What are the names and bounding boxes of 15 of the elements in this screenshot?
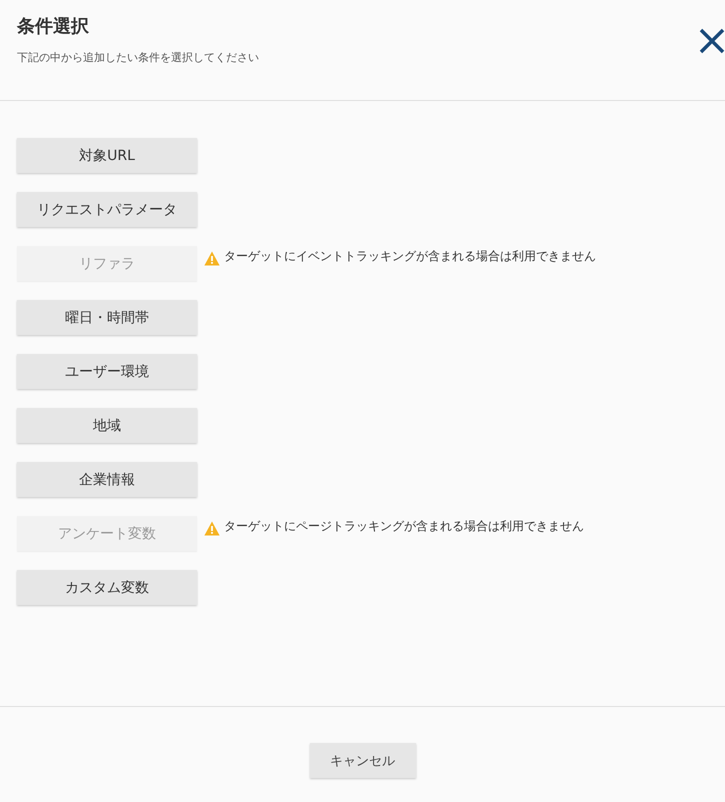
warning-icon xyxy=(204,251,220,266)
condition-button[interactable]: リクエストパラメータ xyxy=(17,192,197,227)
dialog-subtitle: 下記の中から追加したい条件を選択してください xyxy=(17,50,259,65)
condition-button[interactable]: 地域 xyxy=(17,408,197,443)
condition-button[interactable]: 曜日・時間帯 xyxy=(17,300,197,335)
dialog-title: 条件選択 xyxy=(17,15,90,39)
warning-icon xyxy=(204,521,220,536)
cancel-button[interactable]: キャンセル xyxy=(310,743,416,778)
condition-button[interactable]: 対象URL xyxy=(17,138,197,173)
condition-button[interactable]: 企業情報 xyxy=(17,462,197,497)
warning-text: ターゲットにページトラッキングが含まれる場合は利用できません xyxy=(224,518,584,535)
close-icon[interactable] xyxy=(699,28,725,54)
condition-button[interactable]: ユーザー環境 xyxy=(17,354,197,389)
warning-text: ターゲットにイベントトラッキングが含まれる場合は利用できません xyxy=(224,248,596,265)
condition-button[interactable]: カスタム変数 xyxy=(17,570,197,605)
